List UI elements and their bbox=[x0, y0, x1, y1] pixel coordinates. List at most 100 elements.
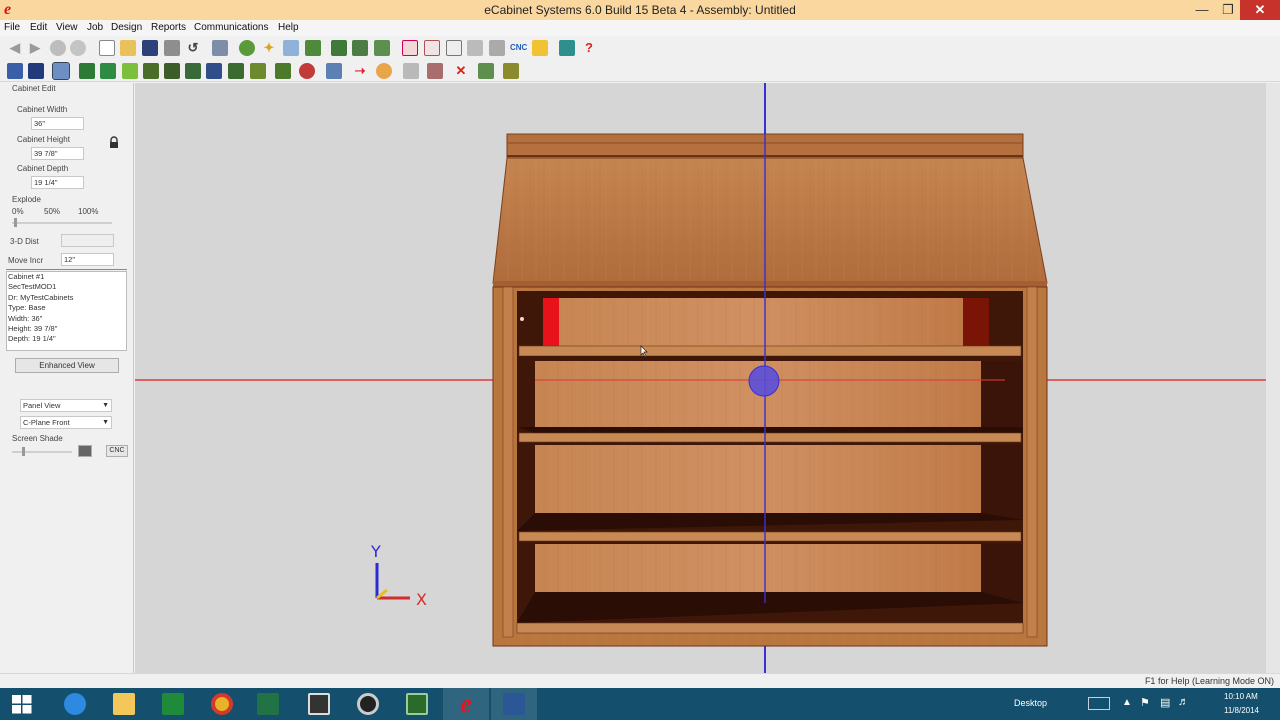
width-field[interactable]: 36" bbox=[31, 117, 84, 130]
explode-icon[interactable]: ✦ bbox=[261, 40, 277, 56]
volume-icon[interactable]: ♬ bbox=[1178, 696, 1189, 708]
maximize-button[interactable]: ❐ bbox=[1216, 0, 1240, 20]
chevron-up-icon[interactable]: ▲ bbox=[1122, 697, 1132, 708]
shelf-icon[interactable] bbox=[143, 63, 159, 79]
view-select[interactable]: Panel View ▼ bbox=[20, 399, 112, 412]
stop-icon[interactable] bbox=[50, 40, 66, 56]
help-icon[interactable]: ? bbox=[581, 40, 597, 56]
dist-field[interactable] bbox=[61, 234, 114, 247]
lock-icon[interactable] bbox=[108, 136, 120, 149]
network-icon[interactable]: ▤ bbox=[1160, 696, 1170, 709]
3d-viewport[interactable]: Y X bbox=[135, 83, 1266, 673]
taskbar-chrome[interactable] bbox=[199, 688, 245, 720]
undo-icon[interactable]: ↺ bbox=[185, 40, 201, 56]
depth-field[interactable]: 19 1/4" bbox=[31, 176, 84, 189]
menu-file[interactable]: File bbox=[4, 22, 20, 33]
monitor-icon[interactable] bbox=[559, 40, 575, 56]
edge-icon[interactable] bbox=[427, 63, 443, 79]
library-icon[interactable] bbox=[331, 40, 347, 56]
taskbar-excel-green[interactable] bbox=[150, 688, 196, 720]
taskbar-ie[interactable] bbox=[52, 688, 98, 720]
enhanced-view-button[interactable]: Enhanced View bbox=[15, 358, 119, 373]
screen-shade-thumb[interactable] bbox=[22, 447, 25, 456]
screen-shade-label: Screen Shade bbox=[12, 434, 63, 443]
print-icon[interactable] bbox=[164, 40, 180, 56]
save-icon[interactable] bbox=[142, 40, 158, 56]
vertical-scrollbar[interactable] bbox=[1266, 83, 1280, 673]
sheet-icon[interactable] bbox=[532, 40, 548, 56]
menu-reports[interactable]: Reports bbox=[151, 22, 186, 33]
panel-view-icon[interactable] bbox=[52, 62, 70, 80]
draw-icon[interactable] bbox=[283, 40, 299, 56]
taskbar-app-disc[interactable] bbox=[345, 688, 391, 720]
minimize-button[interactable]: — bbox=[1190, 0, 1214, 20]
report-cut-icon[interactable] bbox=[424, 40, 440, 56]
menu-job[interactable]: Job bbox=[87, 22, 103, 33]
divider-icon[interactable] bbox=[164, 63, 180, 79]
menu-view[interactable]: View bbox=[56, 22, 78, 33]
height-field[interactable]: 39 7/8" bbox=[31, 147, 84, 160]
desktop-label[interactable]: Desktop bbox=[1014, 698, 1047, 708]
clock-date[interactable]: 11/8/2014 bbox=[1224, 706, 1259, 715]
refresh-icon[interactable] bbox=[70, 40, 86, 56]
select-icon[interactable] bbox=[7, 63, 23, 79]
hardware-icon[interactable] bbox=[275, 63, 291, 79]
base-cabinet-icon[interactable] bbox=[79, 63, 95, 79]
clock-time[interactable]: 10:10 AM bbox=[1224, 692, 1258, 701]
taskbar-ecabinet[interactable]: e bbox=[443, 688, 489, 720]
display-icon bbox=[406, 693, 428, 715]
molding-icon[interactable] bbox=[250, 63, 266, 79]
info-line: SecTestMOD1 bbox=[8, 282, 57, 292]
explode-slider[interactable] bbox=[12, 222, 112, 224]
layout-icon[interactable] bbox=[374, 40, 390, 56]
keyboard-icon[interactable] bbox=[1088, 697, 1110, 710]
properties-icon[interactable] bbox=[326, 63, 342, 79]
taskbar-app-square[interactable] bbox=[296, 688, 342, 720]
menu-edit[interactable]: Edit bbox=[30, 22, 47, 33]
globe-icon[interactable] bbox=[239, 40, 255, 56]
cabinet-render[interactable]: Y X bbox=[135, 83, 1266, 673]
cabinet-icon[interactable] bbox=[305, 40, 321, 56]
chart-icon[interactable] bbox=[467, 40, 483, 56]
tall-cabinet-icon[interactable] bbox=[122, 63, 138, 79]
settings-icon[interactable] bbox=[489, 40, 505, 56]
taskbar-app-display[interactable] bbox=[394, 688, 440, 720]
shade-color-button[interactable] bbox=[78, 445, 92, 457]
camera-icon[interactable] bbox=[478, 63, 494, 79]
door-icon[interactable] bbox=[206, 63, 222, 79]
taskbar-excel[interactable] bbox=[245, 688, 291, 720]
forward-icon[interactable]: ▶ bbox=[27, 40, 43, 56]
start-button[interactable] bbox=[0, 688, 46, 720]
back-icon[interactable]: ◀ bbox=[7, 40, 23, 56]
wall-cabinet-icon[interactable] bbox=[100, 63, 116, 79]
taskbar-explorer[interactable] bbox=[101, 688, 147, 720]
drawer-icon[interactable] bbox=[185, 63, 201, 79]
delete-icon[interactable]: ✕ bbox=[453, 63, 469, 79]
new-file-icon[interactable] bbox=[99, 40, 115, 56]
cnc-button[interactable]: CNC bbox=[106, 445, 128, 457]
menu-help[interactable]: Help bbox=[278, 22, 299, 33]
document-icon[interactable] bbox=[446, 40, 462, 56]
save-design-icon[interactable] bbox=[28, 63, 44, 79]
flag-icon[interactable]: ⚑ bbox=[1140, 696, 1150, 709]
move-incr-field[interactable]: 12" bbox=[61, 253, 114, 266]
close-button[interactable]: ✕ bbox=[1240, 0, 1280, 20]
menu-communications[interactable]: Communications bbox=[194, 22, 268, 33]
table-icon[interactable] bbox=[503, 63, 519, 79]
paint-icon[interactable] bbox=[376, 63, 392, 79]
open-folder-icon[interactable] bbox=[120, 40, 136, 56]
plane-select[interactable]: C-Plane Front ▼ bbox=[20, 416, 112, 429]
line-icon[interactable]: ➝ bbox=[352, 63, 368, 79]
grid-icon[interactable] bbox=[212, 40, 228, 56]
material-icon[interactable] bbox=[299, 63, 315, 79]
face-frame-icon[interactable] bbox=[228, 63, 244, 79]
menu-design[interactable]: Design bbox=[111, 22, 142, 33]
cnc-icon[interactable]: CNC bbox=[510, 40, 527, 56]
assembly-icon[interactable] bbox=[352, 40, 368, 56]
screen-shade-slider[interactable] bbox=[12, 451, 72, 453]
report-icon[interactable] bbox=[402, 40, 418, 56]
explode-slider-thumb[interactable] bbox=[14, 218, 17, 227]
toolbar-main: ◀ ▶ ↺ ✦ CNC ? bbox=[0, 37, 1280, 59]
joint-icon[interactable] bbox=[403, 63, 419, 79]
taskbar-word[interactable] bbox=[491, 688, 537, 720]
